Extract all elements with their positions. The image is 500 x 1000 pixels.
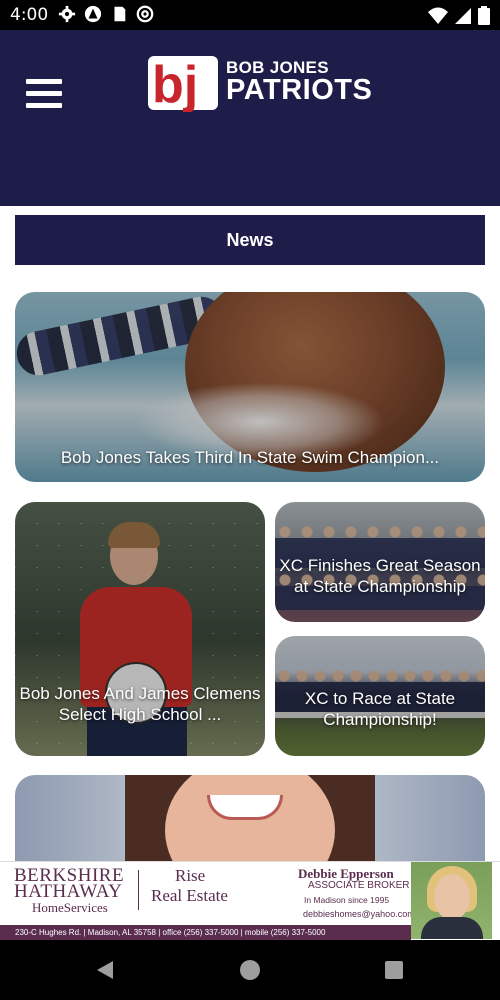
sd-card-icon <box>114 6 126 22</box>
wifi-icon <box>428 7 448 24</box>
hamburger-menu-icon[interactable] <box>26 79 62 111</box>
ad-agency-line1: Rise <box>175 866 206 885</box>
status-time: 4:00 <box>10 5 49 25</box>
news-card-xc-season[interactable]: XC Finishes Great Season at State Champi… <box>275 502 485 622</box>
cell-signal-icon <box>455 7 471 24</box>
status-icons-right <box>428 6 490 25</box>
news-card-caption: Bob Jones And James Clemens Select High … <box>19 684 261 724</box>
recents-square-icon[interactable] <box>385 961 403 979</box>
news-card-xc-race[interactable]: XC to Race at State Championship! <box>275 636 485 756</box>
ad-agency-line2: Real Estate <box>151 886 228 905</box>
at-sign-icon <box>136 5 154 23</box>
status-bar: 4:00 <box>0 0 500 30</box>
ad-agent-role: ASSOCIATE BROKER <box>308 880 410 891</box>
ad-footer: 230-C Hughes Rd. | Madison, AL 35758 | o… <box>0 925 411 940</box>
system-nav-bar <box>0 940 500 1000</box>
news-card-caption: XC Finishes Great Season at State Champi… <box>279 556 481 596</box>
ad-brand-line3: HomeServices <box>32 900 108 915</box>
news-card-swim[interactable]: Bob Jones Takes Third In State Swim Cham… <box>15 292 485 482</box>
news-card-caption: XC to Race at State Championship! <box>304 689 456 729</box>
battery-icon <box>478 6 490 25</box>
svg-text:bj: bj <box>152 56 198 112</box>
logo-text-line2: PATRIOTS <box>226 74 373 106</box>
gear-icon <box>58 5 76 23</box>
bj-logo-mark: bj <box>148 56 218 112</box>
app-header: bj BOB JONES PATRIOTS <box>0 30 500 206</box>
ad-agent-since: In Madison since 1995 <box>304 895 390 905</box>
status-icons-left <box>58 5 154 23</box>
back-triangle-icon[interactable] <box>95 960 115 980</box>
ad-agent-photo <box>411 862 492 939</box>
home-circle-icon[interactable] <box>240 960 260 980</box>
news-section-title: News <box>15 215 485 265</box>
ad-divider <box>138 870 139 910</box>
news-card-caption: Bob Jones Takes Third In State Swim Cham… <box>60 448 440 467</box>
ad-agent-email: debbieshomes@yahoo.com <box>303 909 415 919</box>
alert-icon <box>84 5 102 23</box>
team-logo: bj BOB JONES PATRIOTS <box>148 52 378 112</box>
news-card-soccer[interactable]: Bob Jones And James Clemens Select High … <box>15 502 265 756</box>
ad-banner[interactable]: BERKSHIRE HATHAWAY HomeServices Rise Rea… <box>0 861 500 941</box>
